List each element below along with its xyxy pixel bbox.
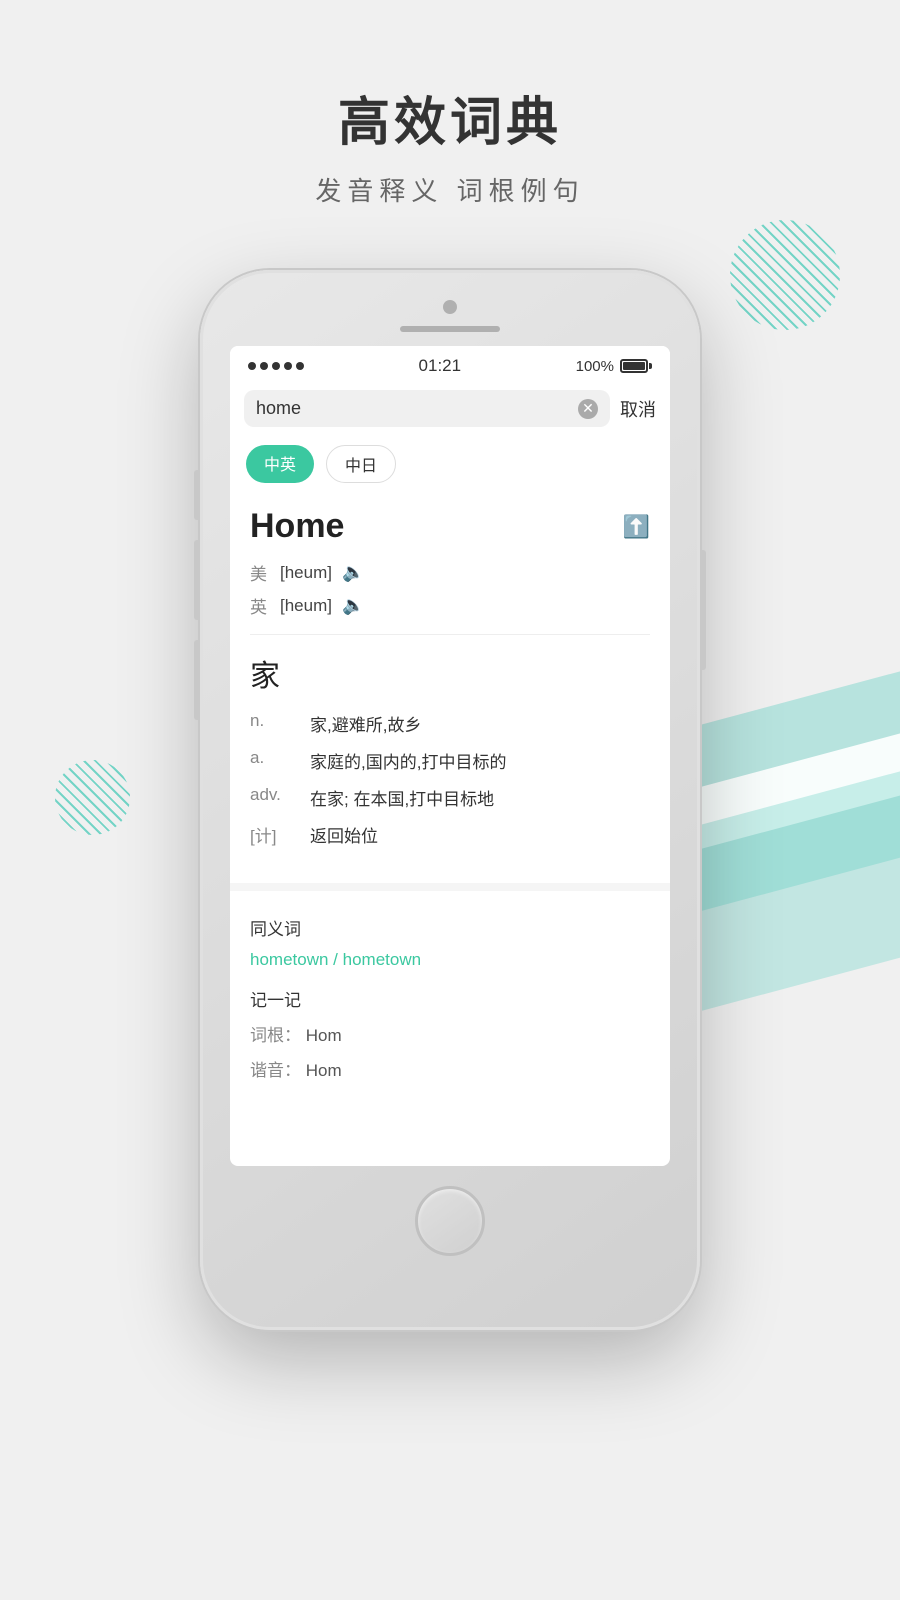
status-time: 01:21 xyxy=(419,356,462,376)
search-input-wrap[interactable]: home ✕ xyxy=(244,390,610,427)
speaker-grille xyxy=(400,326,500,332)
word-root-value: Hom xyxy=(306,1026,342,1045)
side-button-power xyxy=(700,550,706,670)
header-area: 高效词典 发音释义 词根例句 xyxy=(0,80,900,208)
language-tabs: 中英 中日 xyxy=(230,435,670,493)
search-text[interactable]: home xyxy=(256,398,570,419)
share-icon[interactable]: ⬆️ xyxy=(623,514,650,540)
signal-dot-3 xyxy=(272,362,280,370)
definition-row-2: a. 家庭的,国内的,打中目标的 xyxy=(250,748,650,773)
camera-dot xyxy=(443,300,457,314)
section-divider xyxy=(230,883,670,891)
synonyms-memory-section: 同义词 hometown / hometown 记一记 词根： Hom 谐音： … xyxy=(230,901,670,1105)
definition-row-1: n. 家,避难所,故乡 xyxy=(250,711,650,736)
app-title: 高效词典 xyxy=(0,80,900,155)
us-label: 美 xyxy=(250,560,270,585)
word-english: Home xyxy=(250,507,344,546)
synonym-separator: / xyxy=(333,950,342,969)
phone-top-bar xyxy=(200,270,700,332)
circle-decoration-left xyxy=(55,760,130,835)
side-button-vol-up xyxy=(194,540,200,620)
dictionary-content: Home ⬆️ 美 [heum] 🔈 英 [heum] 🔈 家 xyxy=(230,493,670,873)
synonyms-label: 同义词 xyxy=(250,915,650,940)
definition-row-4: [计] 返回始位 xyxy=(250,822,650,847)
tab-chinese-japanese[interactable]: 中日 xyxy=(326,445,396,483)
phone-screen: 01:21 100% home ✕ 取消 xyxy=(230,346,670,1166)
status-right-group: 100% xyxy=(576,358,652,375)
phone-mockup: 01:21 100% home ✕ 取消 xyxy=(200,270,700,1330)
home-button[interactable] xyxy=(415,1186,485,1256)
phone-body: 01:21 100% home ✕ 取消 xyxy=(200,270,700,1330)
definition-table: n. 家,避难所,故乡 a. 家庭的,国内的,打中目标的 adv. 在家; 在本… xyxy=(250,711,650,847)
chinese-word: 家 xyxy=(250,651,650,695)
word-header-row: Home ⬆️ xyxy=(250,507,650,546)
def-type-1: n. xyxy=(250,711,310,736)
def-text-2: 家庭的,国内的,打中目标的 xyxy=(310,748,650,773)
side-button-vol-down xyxy=(194,640,200,720)
uk-speaker-button[interactable]: 🔈 xyxy=(342,595,364,616)
app-subtitle: 发音释义 词根例句 xyxy=(0,171,900,208)
word-root-label: 词根： xyxy=(250,1026,301,1045)
circle-decoration-top-right xyxy=(730,220,840,330)
status-bar: 01:21 100% xyxy=(230,346,670,382)
word-root-item: 词根： Hom xyxy=(250,1021,650,1046)
search-clear-button[interactable]: ✕ xyxy=(578,399,598,419)
side-button-mute xyxy=(194,470,200,520)
battery-percent: 100% xyxy=(576,358,614,375)
synonym-1[interactable]: hometown xyxy=(250,950,328,969)
us-phonetic: [heum] xyxy=(280,563,332,583)
def-text-3: 在家; 在本国,打中目标地 xyxy=(310,785,650,810)
def-text-1: 家,避难所,故乡 xyxy=(310,711,650,736)
phonetic-label: 谐音： xyxy=(250,1061,301,1080)
def-type-2: a. xyxy=(250,748,310,773)
us-speaker-button[interactable]: 🔈 xyxy=(342,562,364,583)
battery-tip xyxy=(649,363,652,369)
uk-phonetic: [heum] xyxy=(280,596,332,616)
pronunciation-uk: 英 [heum] 🔈 xyxy=(250,593,650,618)
signal-dot-5 xyxy=(296,362,304,370)
tab-chinese-english[interactable]: 中英 xyxy=(246,445,314,483)
memory-label: 记一记 xyxy=(250,986,650,1011)
search-cancel-button[interactable]: 取消 xyxy=(620,396,656,422)
battery-body xyxy=(620,359,648,373)
def-text-4: 返回始位 xyxy=(310,822,650,847)
def-type-4: [计] xyxy=(250,822,310,847)
signal-dot-2 xyxy=(260,362,268,370)
definition-row-3: adv. 在家; 在本国,打中目标地 xyxy=(250,785,650,810)
battery-icon xyxy=(620,359,652,373)
uk-label: 英 xyxy=(250,593,270,618)
phonetic-item: 谐音： Hom xyxy=(250,1056,650,1081)
divider-1 xyxy=(250,634,650,635)
def-type-3: adv. xyxy=(250,785,310,810)
signal-dot-1 xyxy=(248,362,256,370)
signal-dot-4 xyxy=(284,362,292,370)
synonym-2[interactable]: hometown xyxy=(343,950,421,969)
phonetic-value: Hom xyxy=(306,1061,342,1080)
pronunciation-us: 美 [heum] 🔈 xyxy=(250,560,650,585)
synonym-links[interactable]: hometown / hometown xyxy=(250,950,650,970)
signal-dots xyxy=(248,362,304,370)
search-bar-row: home ✕ 取消 xyxy=(230,382,670,435)
battery-fill xyxy=(623,362,645,370)
